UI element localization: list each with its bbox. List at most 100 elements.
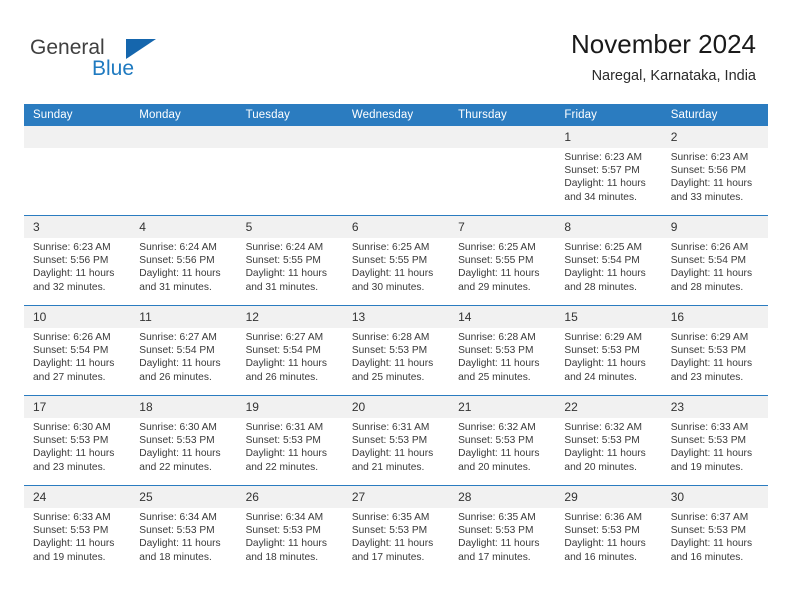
daylight-text: Daylight: 11 hours and 30 minutes. xyxy=(351,268,434,293)
daylight-text: Daylight: 11 hours and 22 minutes. xyxy=(139,448,221,473)
day-number: 3 xyxy=(24,216,131,238)
sunrise-text: Sunrise: 6:33 AM xyxy=(33,512,111,523)
sunrise-text: Sunrise: 6:29 AM xyxy=(670,332,749,343)
calendar-cell-day[interactable]: 5 Sunrise: 6:24 AM Sunset: 5:55 PM Daylight… xyxy=(236,215,343,306)
sunrise-text: Sunrise: 6:24 AM xyxy=(245,242,324,253)
calendar-cell-inner: 24 Sunrise: 6:33 AM Sunset: 5:53 PM Dayligh… xyxy=(24,486,131,575)
calendar-cell-day[interactable]: 30 Sunrise: 6:37 AM Sunset: 5:53 PM Dayligh… xyxy=(661,485,768,575)
day-number xyxy=(24,126,131,148)
calendar-cell-inner: 22 Sunrise: 6:32 AM Sunset: 5:53 PM Dayligh… xyxy=(555,396,662,485)
sunset-text: Sunset: 5:53 PM xyxy=(245,525,321,537)
calendar-cell-day[interactable]: 17 Sunrise: 6:30 AM Sunset: 5:53 PM Dayligh… xyxy=(24,395,131,486)
day-sun-info: Sunrise: 6:30 AM Sunset: 5:53 PM Daylight:… xyxy=(24,418,130,474)
weekday-header-sunday: Sunday xyxy=(24,104,131,126)
calendar-cell-day[interactable]: 2 Sunrise: 6:23 AM Sunset: 5:56 PM Daylight… xyxy=(661,126,768,216)
calendar-cell-day[interactable]: 14 Sunrise: 6:28 AM Sunset: 5:53 PM Dayligh… xyxy=(449,305,556,396)
calendar-cell-day[interactable]: 7 Sunrise: 6:25 AM Sunset: 5:55 PM Daylight… xyxy=(449,215,556,306)
sunrise-text: Sunrise: 6:30 AM xyxy=(33,422,111,433)
calendar-cell-day[interactable]: 19 Sunrise: 6:31 AM Sunset: 5:53 PM Dayligh… xyxy=(236,395,343,486)
day-number: 11 xyxy=(130,306,237,328)
daylight-text: Daylight: 11 hours and 23 minutes. xyxy=(670,358,753,383)
calendar-cell-day[interactable]: 28 Sunrise: 6:35 AM Sunset: 5:53 PM Dayligh… xyxy=(449,485,556,575)
title-block: November 2024 Naregal, Karnataka, India xyxy=(571,28,756,86)
page-title: November 2024 xyxy=(571,29,756,59)
calendar-week-row: 3 Sunrise: 6:23 AM Sunset: 5:56 PM Daylight… xyxy=(24,215,768,306)
day-number xyxy=(130,126,237,148)
calendar-cell-day[interactable]: 18 Sunrise: 6:30 AM Sunset: 5:53 PM Dayligh… xyxy=(130,395,237,486)
calendar-grid: Sunday Monday Tuesday Wednesday Thursday… xyxy=(24,104,768,575)
day-number: 22 xyxy=(555,396,662,418)
day-number xyxy=(342,126,450,148)
calendar-cell-day[interactable]: 25 Sunrise: 6:34 AM Sunset: 5:53 PM Dayligh… xyxy=(130,485,237,575)
calendar-cell-inner: 18 Sunrise: 6:30 AM Sunset: 5:53 PM Dayligh… xyxy=(130,396,237,485)
sunset-text: Sunset: 5:53 PM xyxy=(670,525,747,537)
calendar-cell-inner: 29 Sunrise: 6:36 AM Sunset: 5:53 PM Dayligh… xyxy=(555,486,662,575)
calendar-cell-inner: 13 Sunrise: 6:28 AM Sunset: 5:53 PM Dayligh… xyxy=(342,306,450,395)
calendar-cell-day[interactable]: 26 Sunrise: 6:34 AM Sunset: 5:53 PM Dayligh… xyxy=(236,485,343,575)
calendar-cell-day[interactable]: 11 Sunrise: 6:27 AM Sunset: 5:54 PM Dayligh… xyxy=(130,305,237,396)
calendar-cell-day[interactable]: 6 Sunrise: 6:25 AM Sunset: 5:55 PM Daylight… xyxy=(342,215,450,306)
calendar-week-row: 1 Sunrise: 6:23 AM Sunset: 5:57 PM Daylight… xyxy=(24,126,768,216)
day-number: 21 xyxy=(449,396,556,418)
calendar-cell-day[interactable]: 21 Sunrise: 6:32 AM Sunset: 5:53 PM Dayligh… xyxy=(449,395,556,486)
calendar-cell-day[interactable]: 22 Sunrise: 6:32 AM Sunset: 5:53 PM Dayligh… xyxy=(555,395,662,486)
daylight-text: Daylight: 11 hours and 17 minutes. xyxy=(351,538,434,563)
sunset-text: Sunset: 5:55 PM xyxy=(458,255,534,267)
calendar-cell-empty xyxy=(236,126,343,216)
calendar-cell-day[interactable]: 20 Sunrise: 6:31 AM Sunset: 5:53 PM Dayligh… xyxy=(342,395,450,486)
calendar-cell-day[interactable]: 24 Sunrise: 6:33 AM Sunset: 5:53 PM Dayligh… xyxy=(24,485,131,575)
day-sun-info: Sunrise: 6:26 AM Sunset: 5:54 PM Daylight:… xyxy=(662,238,768,294)
sunset-text: Sunset: 5:53 PM xyxy=(458,435,534,447)
calendar-week-row: 24 Sunrise: 6:33 AM Sunset: 5:53 PM Dayligh… xyxy=(24,485,768,575)
day-number: 13 xyxy=(342,306,450,328)
day-number: 23 xyxy=(661,396,768,418)
day-number: 14 xyxy=(449,306,556,328)
day-number: 12 xyxy=(236,306,343,328)
calendar-cell-day[interactable]: 16 Sunrise: 6:29 AM Sunset: 5:53 PM Dayligh… xyxy=(661,305,768,396)
calendar-cell-day[interactable]: 10 Sunrise: 6:26 AM Sunset: 5:54 PM Dayligh… xyxy=(24,305,131,396)
calendar-cell-inner: 4 Sunrise: 6:24 AM Sunset: 5:56 PM Daylight… xyxy=(130,216,237,305)
daylight-text: Daylight: 11 hours and 29 minutes. xyxy=(458,268,540,293)
sunset-text: Sunset: 5:53 PM xyxy=(670,345,747,357)
calendar-cell-day[interactable]: 9 Sunrise: 6:26 AM Sunset: 5:54 PM Daylight… xyxy=(661,215,768,306)
calendar-cell-inner: 1 Sunrise: 6:23 AM Sunset: 5:57 PM Daylight… xyxy=(555,126,662,215)
day-number: 1 xyxy=(555,126,662,148)
calendar-cell-day[interactable]: 27 Sunrise: 6:35 AM Sunset: 5:53 PM Dayligh… xyxy=(342,485,450,575)
calendar-cell-day[interactable]: 3 Sunrise: 6:23 AM Sunset: 5:56 PM Daylight… xyxy=(24,215,131,306)
calendar-cell-day[interactable]: 1 Sunrise: 6:23 AM Sunset: 5:57 PM Daylight… xyxy=(555,126,662,216)
daylight-text: Daylight: 11 hours and 18 minutes. xyxy=(245,538,327,563)
daylight-text: Daylight: 11 hours and 19 minutes. xyxy=(670,448,753,473)
calendar-cell-day[interactable]: 29 Sunrise: 6:36 AM Sunset: 5:53 PM Dayligh… xyxy=(555,485,662,575)
calendar-cell-day[interactable]: 15 Sunrise: 6:29 AM Sunset: 5:53 PM Dayligh… xyxy=(555,305,662,396)
sunrise-text: Sunrise: 6:28 AM xyxy=(351,332,430,343)
day-sun-info: Sunrise: 6:28 AM Sunset: 5:53 PM Daylight:… xyxy=(343,328,449,384)
calendar-cell-inner xyxy=(236,126,343,215)
daylight-text: Daylight: 11 hours and 28 minutes. xyxy=(670,268,753,293)
sunset-text: Sunset: 5:56 PM xyxy=(670,165,747,177)
day-number: 2 xyxy=(661,126,768,148)
calendar-cell-empty xyxy=(342,126,450,216)
calendar-cell-inner: 23 Sunrise: 6:33 AM Sunset: 5:53 PM Dayligh… xyxy=(661,396,768,485)
calendar-cell-day[interactable]: 12 Sunrise: 6:27 AM Sunset: 5:54 PM Dayligh… xyxy=(236,305,343,396)
sunset-text: Sunset: 5:54 PM xyxy=(33,345,109,357)
calendar-week-row: 17 Sunrise: 6:30 AM Sunset: 5:53 PM Dayligh… xyxy=(24,395,768,486)
weekday-header-wednesday: Wednesday xyxy=(342,104,450,126)
calendar-cell-inner: 7 Sunrise: 6:25 AM Sunset: 5:55 PM Daylight… xyxy=(449,216,556,305)
calendar-cell-day[interactable]: 4 Sunrise: 6:24 AM Sunset: 5:56 PM Daylight… xyxy=(130,215,237,306)
day-number: 19 xyxy=(236,396,343,418)
calendar-cell-day[interactable]: 13 Sunrise: 6:28 AM Sunset: 5:53 PM Dayligh… xyxy=(342,305,450,396)
sunset-text: Sunset: 5:53 PM xyxy=(351,435,428,447)
day-sun-info: Sunrise: 6:25 AM Sunset: 5:54 PM Daylight:… xyxy=(555,238,661,294)
calendar-cell-day[interactable]: 23 Sunrise: 6:33 AM Sunset: 5:53 PM Dayligh… xyxy=(661,395,768,486)
calendar-cell-day[interactable]: 8 Sunrise: 6:25 AM Sunset: 5:54 PM Daylight… xyxy=(555,215,662,306)
calendar-cell-inner xyxy=(130,126,237,215)
sunset-text: Sunset: 5:53 PM xyxy=(139,435,215,447)
sunrise-text: Sunrise: 6:27 AM xyxy=(245,332,324,343)
daylight-text: Daylight: 11 hours and 16 minutes. xyxy=(670,538,753,563)
day-number: 6 xyxy=(342,216,450,238)
sunrise-text: Sunrise: 6:34 AM xyxy=(245,512,324,523)
calendar-cell-inner: 26 Sunrise: 6:34 AM Sunset: 5:53 PM Dayligh… xyxy=(236,486,343,575)
sunset-text: Sunset: 5:54 PM xyxy=(245,345,321,357)
generalblue-logo[interactable]: General Blue xyxy=(30,36,210,88)
calendar-week-row: 10 Sunrise: 6:26 AM Sunset: 5:54 PM Dayligh… xyxy=(24,305,768,396)
